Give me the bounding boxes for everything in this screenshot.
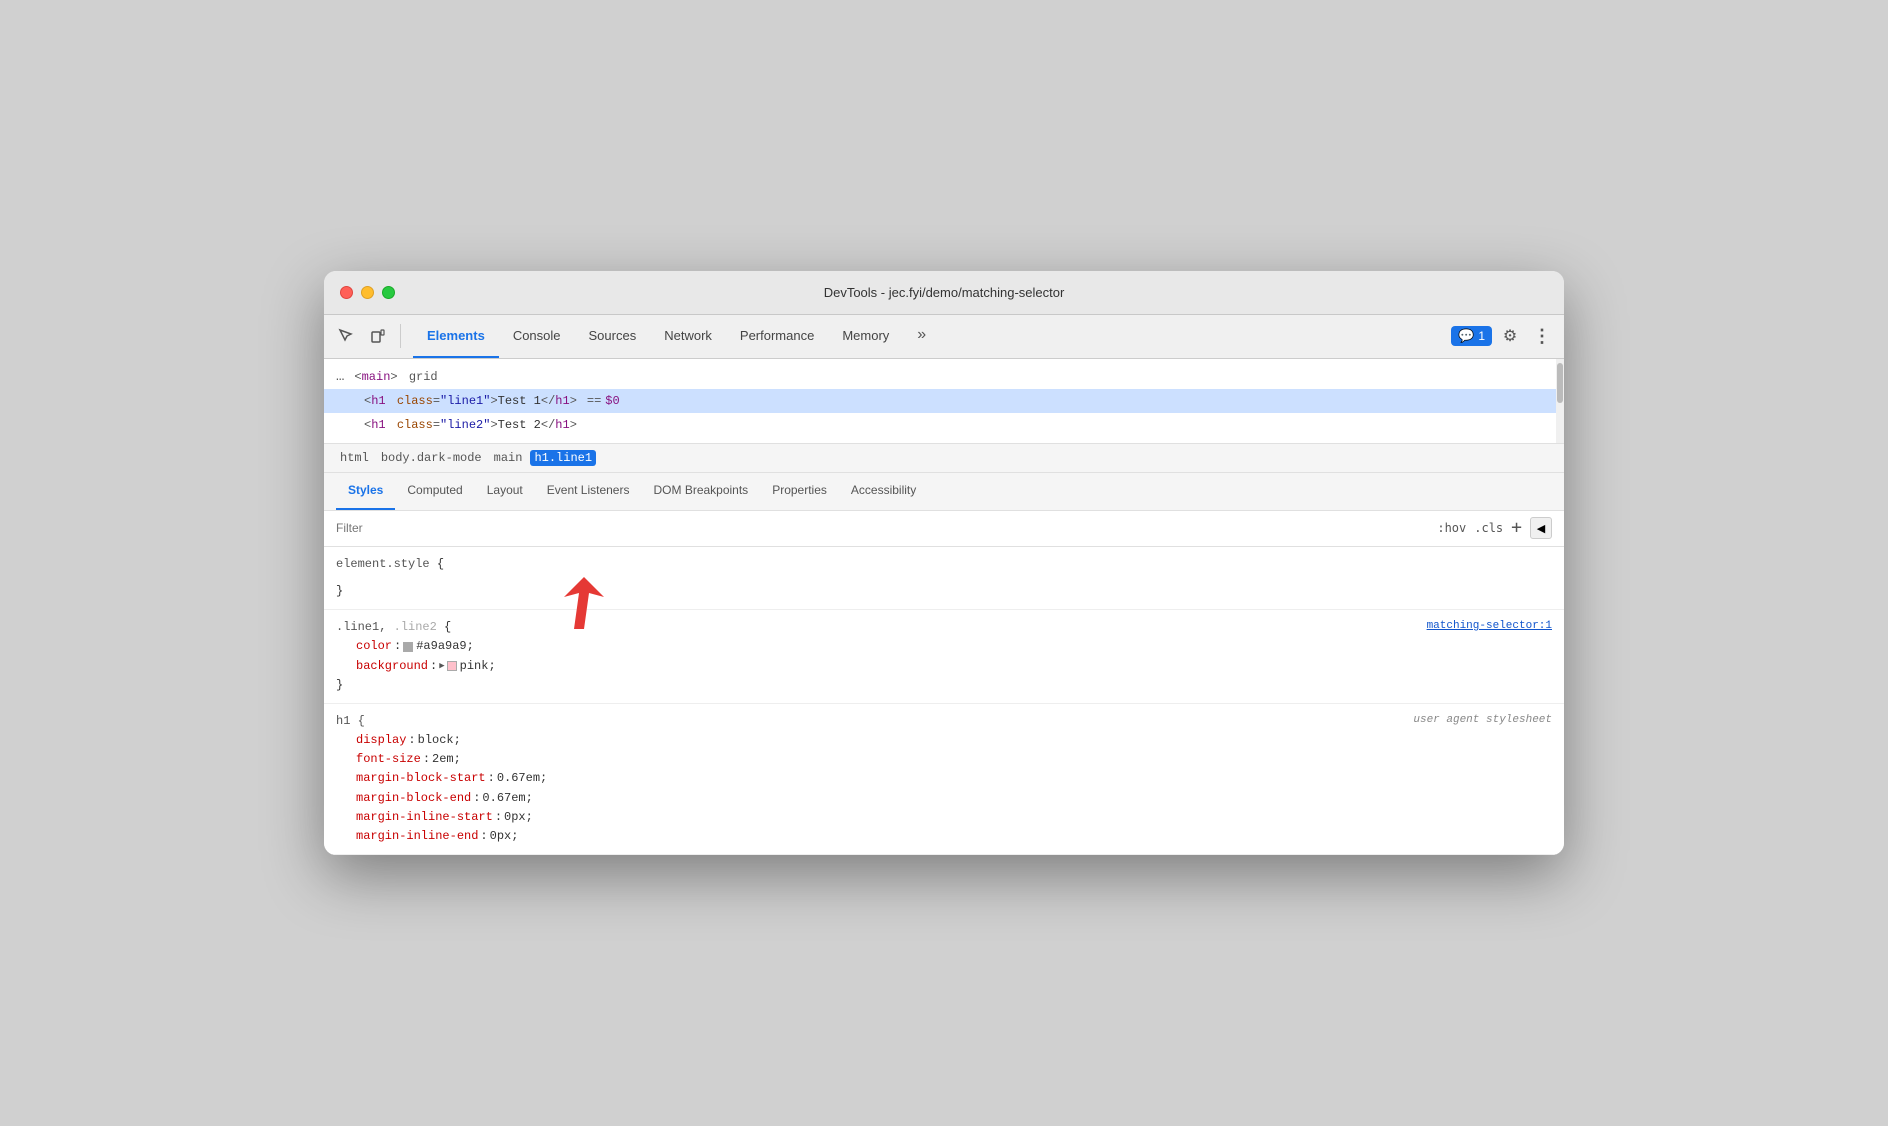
tab-dom-breakpoints[interactable]: DOM Breakpoints (641, 473, 760, 510)
color-swatch[interactable] (403, 642, 413, 652)
css-selector-h1: h1 { (336, 712, 365, 731)
toolbar-divider (400, 324, 401, 348)
settings-icon: ⚙ (1503, 326, 1517, 346)
breadcrumb-main[interactable]: main (490, 450, 527, 466)
toggle-sidebar-button[interactable]: ◀ (1530, 517, 1552, 539)
more-options-button[interactable]: ⋮ (1528, 322, 1556, 350)
dom-tag: <main> grid (354, 367, 437, 387)
notifications-badge[interactable]: 💬 1 (1451, 326, 1492, 346)
css-selector-line1-line2: .line1, .line2 { (336, 618, 451, 637)
tab-network[interactable]: Network (650, 315, 726, 358)
tab-more[interactable]: » (903, 315, 940, 358)
css-close-brace-line1: } (336, 676, 1552, 695)
filter-input[interactable] (336, 521, 1437, 535)
tab-layout[interactable]: Layout (475, 473, 535, 510)
breadcrumb-h1-line1[interactable]: h1.line1 (530, 450, 596, 466)
css-rule-element-style: element.style { } (324, 547, 1564, 610)
tab-performance[interactable]: Performance (726, 315, 828, 358)
rule-header-line1-line2: .line1, .line2 { matching-selector:1 (336, 618, 1552, 637)
dom-row-h1-line2[interactable]: <h1 class="line2">Test 2</h1> (324, 413, 1564, 437)
add-rule-button[interactable]: + (1511, 519, 1522, 537)
devtools-toolbar: Elements Console Sources Network Perform… (324, 315, 1564, 359)
settings-button[interactable]: ⚙ (1496, 322, 1524, 350)
toolbar-right: 💬 1 ⚙ ⋮ (1451, 322, 1556, 350)
tab-computed[interactable]: Computed (395, 473, 474, 510)
expand-triangle-icon[interactable]: ▶ (439, 659, 444, 673)
css-property-display: display : block; (336, 731, 1552, 750)
styles-panel-tabs: Styles Computed Layout Event Listeners D… (324, 473, 1564, 511)
css-selector-element-style: element.style { (336, 555, 444, 574)
css-property-color: color : #a9a9a9; (336, 637, 1552, 656)
dom-scrollbar[interactable] (1556, 359, 1564, 443)
devtools-tabs: Elements Console Sources Network Perform… (413, 315, 1451, 358)
filter-actions: :hov .cls + ◀ (1437, 517, 1552, 539)
badge-count: 1 (1478, 329, 1485, 343)
dom-ellipsis: … (336, 367, 344, 387)
tab-properties[interactable]: Properties (760, 473, 839, 510)
background-swatch[interactable] (447, 661, 457, 671)
css-property-font-size: font-size : 2em; (336, 750, 1552, 769)
css-panel: element.style { } .line1, .line2 { match… (324, 547, 1564, 855)
device-toolbar-button[interactable] (364, 322, 392, 350)
breadcrumb: html body.dark-mode main h1.line1 (324, 444, 1564, 473)
hov-button[interactable]: :hov (1437, 521, 1466, 535)
css-property-background: background : ▶ pink; (336, 657, 1552, 676)
rule-header-h1: h1 { user agent stylesheet (336, 712, 1552, 731)
dom-row-main[interactable]: … <main> grid (324, 365, 1564, 389)
breadcrumb-body[interactable]: body.dark-mode (377, 450, 486, 466)
css-source-link-line1[interactable]: matching-selector:1 (1427, 618, 1552, 636)
css-property-margin-inline-start: margin-inline-start : 0px; (336, 808, 1552, 827)
css-property-margin-block-end: margin-block-end : 0.67em; (336, 789, 1552, 808)
badge-icon: 💬 (1458, 328, 1474, 344)
traffic-lights (340, 286, 395, 299)
css-property-margin-block-start: margin-block-start : 0.67em; (336, 769, 1552, 788)
breadcrumb-html[interactable]: html (336, 450, 373, 466)
dom-row-h1-line1[interactable]: <h1 class="line1">Test 1</h1> == $0 (324, 389, 1564, 413)
cls-button[interactable]: .cls (1474, 521, 1503, 535)
minimize-button[interactable] (361, 286, 374, 299)
dom-equals: == (587, 391, 601, 411)
inspect-element-button[interactable] (332, 322, 360, 350)
titlebar: DevTools - jec.fyi/demo/matching-selecto… (324, 271, 1564, 315)
dom-tag-h1-line2: <h1 class="line2">Test 2</h1> (364, 415, 577, 435)
close-button[interactable] (340, 286, 353, 299)
rule-header-element-style: element.style { (336, 555, 1552, 574)
uas-label: user agent stylesheet (1413, 712, 1552, 730)
css-close-brace-element-style: } (336, 582, 1552, 601)
tab-memory[interactable]: Memory (828, 315, 903, 358)
window-title: DevTools - jec.fyi/demo/matching-selecto… (824, 285, 1065, 300)
more-options-icon: ⋮ (1533, 326, 1551, 347)
tab-accessibility[interactable]: Accessibility (839, 473, 928, 510)
devtools-window: DevTools - jec.fyi/demo/matching-selecto… (324, 271, 1564, 855)
tab-styles[interactable]: Styles (336, 473, 395, 510)
css-property-margin-inline-end: margin-inline-end : 0px; (336, 827, 1552, 846)
dom-dollar: $0 (605, 391, 619, 411)
dom-scrollbar-thumb (1557, 363, 1563, 403)
filter-bar: :hov .cls + ◀ (324, 511, 1564, 547)
tab-console[interactable]: Console (499, 315, 575, 358)
toolbar-icons (332, 322, 405, 350)
tab-elements[interactable]: Elements (413, 315, 499, 358)
tab-sources[interactable]: Sources (575, 315, 651, 358)
css-rule-line1-line2: .line1, .line2 { matching-selector:1 col… (324, 610, 1564, 704)
dom-tree: … <main> grid <h1 class="line1">Test 1</… (324, 359, 1564, 444)
tab-event-listeners[interactable]: Event Listeners (535, 473, 642, 510)
css-rule-h1: h1 { user agent stylesheet display : blo… (324, 704, 1564, 855)
dom-tag-h1-line1: <h1 class="line1">Test 1</h1> (364, 391, 577, 411)
maximize-button[interactable] (382, 286, 395, 299)
